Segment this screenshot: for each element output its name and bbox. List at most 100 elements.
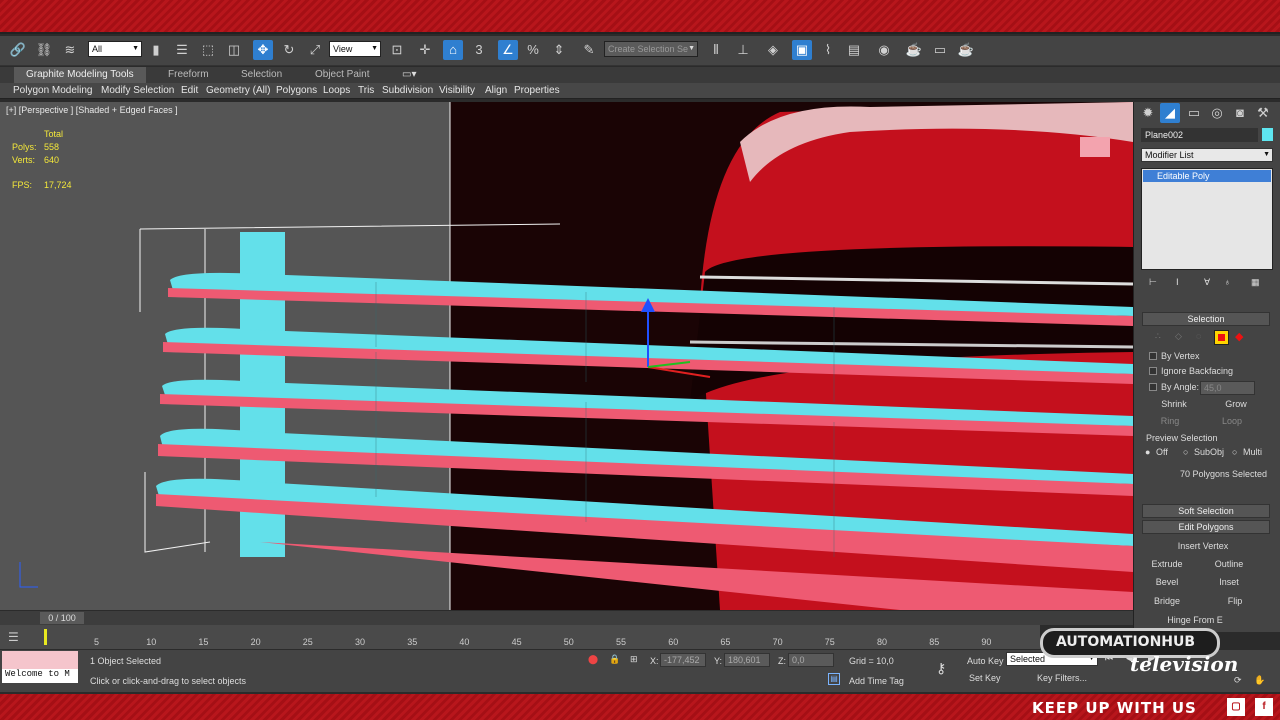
perspective-viewport[interactable]: [+] [Perspective ] [Shaded + Edged Faces…: [0, 102, 1133, 610]
polygon-mode-icon[interactable]: [1214, 330, 1229, 345]
insert-vertex-button[interactable]: Insert Vertex: [1170, 539, 1236, 554]
named-selection-input[interactable]: Create Selection Se ▼: [604, 41, 698, 57]
rect-region-icon[interactable]: ⬚: [198, 40, 218, 60]
panel-edit[interactable]: Edit: [181, 85, 198, 96]
panel-modify-selection[interactable]: Modify Selection: [101, 85, 174, 96]
vertex-mode-icon[interactable]: ∴: [1155, 331, 1161, 342]
select-icon[interactable]: ▮: [146, 40, 166, 60]
loop-button[interactable]: Loop: [1212, 414, 1252, 429]
isolate-icon[interactable]: ⬤: [588, 654, 598, 665]
twitch-icon[interactable]: ▢: [1227, 698, 1245, 716]
curve-editor-icon[interactable]: ⌇: [818, 40, 838, 60]
by-angle-checkbox[interactable]: [1149, 383, 1157, 391]
panel-polygon-modeling[interactable]: Polygon Modeling: [13, 85, 93, 96]
z-coordinate-field[interactable]: 0,0: [788, 653, 834, 667]
modifier-list-dropdown[interactable]: Modifier List ▼: [1141, 148, 1273, 162]
tab-freeform[interactable]: Freeform: [168, 69, 209, 80]
add-time-tag-button[interactable]: Add Time Tag: [849, 676, 904, 686]
spinner-snap-icon[interactable]: ⇕: [549, 40, 569, 60]
grow-button[interactable]: Grow: [1212, 397, 1260, 412]
align-icon[interactable]: ⊥: [733, 40, 753, 60]
maxscript-listener-pink[interactable]: [2, 651, 78, 669]
y-coordinate-field[interactable]: 180,601: [724, 653, 770, 667]
motion-tab-icon[interactable]: ◎: [1207, 103, 1227, 123]
stack-item-editable-poly[interactable]: Editable Poly: [1143, 170, 1271, 182]
flip-button[interactable]: Flip: [1216, 594, 1254, 609]
tab-graphite-modeling-tools[interactable]: Graphite Modeling Tools: [14, 67, 146, 83]
facebook-icon[interactable]: f: [1255, 698, 1273, 716]
panel-align[interactable]: Align: [485, 85, 507, 96]
selection-filter-dropdown[interactable]: All ▼: [88, 41, 142, 57]
edit-named-sel-icon[interactable]: ✎: [579, 40, 599, 60]
bevel-button[interactable]: Bevel: [1148, 575, 1186, 590]
bridge-button[interactable]: Bridge: [1148, 594, 1186, 609]
remove-modifier-icon[interactable]: ♁: [1224, 277, 1231, 287]
border-mode-icon[interactable]: ◌: [1196, 331, 1201, 341]
by-vertex-checkbox[interactable]: [1149, 352, 1157, 360]
ignore-backfacing-checkbox[interactable]: [1149, 367, 1157, 375]
lock-selection-icon[interactable]: 🔒: [609, 654, 620, 665]
move-icon[interactable]: ✥: [253, 40, 273, 60]
bind-icon[interactable]: ≋: [60, 40, 80, 60]
pin-stack-icon[interactable]: ⊢: [1149, 277, 1157, 288]
tab-selection[interactable]: Selection: [241, 69, 282, 80]
render-icon[interactable]: ☕: [956, 40, 976, 60]
make-unique-icon[interactable]: ∀: [1204, 277, 1210, 288]
scale-icon[interactable]: ⤢: [305, 40, 325, 60]
time-slider[interactable]: 0 / 100: [0, 611, 1133, 625]
select-by-name-icon[interactable]: ☰: [172, 40, 192, 60]
preview-multi-radio-icon[interactable]: ○: [1232, 447, 1237, 457]
angle-snap-icon[interactable]: ∠: [498, 40, 518, 60]
configure-sets-icon[interactable]: ▦: [1251, 277, 1260, 288]
panel-geometry-all[interactable]: Geometry (All): [206, 85, 270, 96]
snap-icon[interactable]: 3: [469, 40, 489, 60]
preview-subobj-radio-icon[interactable]: ○: [1183, 447, 1188, 457]
layer-icon[interactable]: ◈: [763, 40, 783, 60]
select-manipulate-icon[interactable]: ✛: [415, 40, 435, 60]
orbit-icon[interactable]: ⟳: [1234, 675, 1242, 686]
outline-button[interactable]: Outline: [1210, 557, 1248, 572]
rotate-icon[interactable]: ↻: [279, 40, 299, 60]
window-crossing-icon[interactable]: ◫: [224, 40, 244, 60]
element-mode-icon[interactable]: ◆: [1235, 330, 1243, 343]
extrude-button[interactable]: Extrude: [1148, 557, 1186, 572]
time-tag-icon[interactable]: ▤: [828, 673, 840, 685]
panel-visibility[interactable]: Visibility: [439, 85, 475, 96]
soft-selection-rollout-header[interactable]: Soft Selection: [1142, 504, 1270, 518]
panel-properties[interactable]: Properties: [514, 85, 560, 96]
link-icon[interactable]: 🔗: [8, 40, 28, 60]
auto-key-button[interactable]: Auto Key: [967, 656, 1004, 666]
mirror-icon[interactable]: ⫴: [706, 40, 726, 60]
ribbon-toggle-icon[interactable]: ▭▾: [402, 69, 416, 80]
selection-rollout-header[interactable]: Selection: [1142, 312, 1270, 326]
modify-tab-icon[interactable]: ◢: [1160, 103, 1180, 123]
panel-loops[interactable]: Loops: [323, 85, 350, 96]
inset-button[interactable]: Inset: [1210, 575, 1248, 590]
panel-tris[interactable]: Tris: [358, 85, 374, 96]
show-end-result-icon[interactable]: Ⅰ: [1176, 277, 1179, 288]
panel-polygons[interactable]: Polygons: [276, 85, 317, 96]
percent-snap-icon[interactable]: %: [523, 40, 543, 60]
create-tab-icon[interactable]: ✹: [1138, 103, 1158, 123]
x-coordinate-field[interactable]: -177,452: [660, 653, 706, 667]
hierarchy-tab-icon[interactable]: ▭: [1184, 103, 1204, 123]
graphite-icon[interactable]: ▣: [792, 40, 812, 60]
angle-spinner[interactable]: 45,0: [1200, 381, 1255, 395]
key-icon[interactable]: ⚷: [936, 660, 946, 677]
keyboard-shortcut-icon[interactable]: ⌂: [443, 40, 463, 60]
edit-polygons-rollout-header[interactable]: Edit Polygons: [1142, 520, 1270, 534]
render-setup-icon[interactable]: ☕: [904, 40, 924, 60]
absolute-mode-icon[interactable]: ⊞: [630, 654, 638, 665]
ref-coord-dropdown[interactable]: View ▼: [329, 41, 381, 57]
display-tab-icon[interactable]: ◙: [1230, 103, 1250, 123]
time-slider-thumb[interactable]: 0 / 100: [40, 612, 84, 624]
pivot-icon[interactable]: ⊡: [387, 40, 407, 60]
unlink-icon[interactable]: ⛓: [34, 40, 54, 60]
object-color-swatch[interactable]: [1262, 128, 1273, 141]
shrink-button[interactable]: Shrink: [1150, 397, 1198, 412]
pan-icon[interactable]: ✋: [1254, 675, 1265, 686]
ring-button[interactable]: Ring: [1150, 414, 1190, 429]
object-name-field[interactable]: Plane002: [1141, 128, 1258, 142]
tab-object-paint[interactable]: Object Paint: [315, 69, 369, 80]
schematic-icon[interactable]: ▤: [844, 40, 864, 60]
